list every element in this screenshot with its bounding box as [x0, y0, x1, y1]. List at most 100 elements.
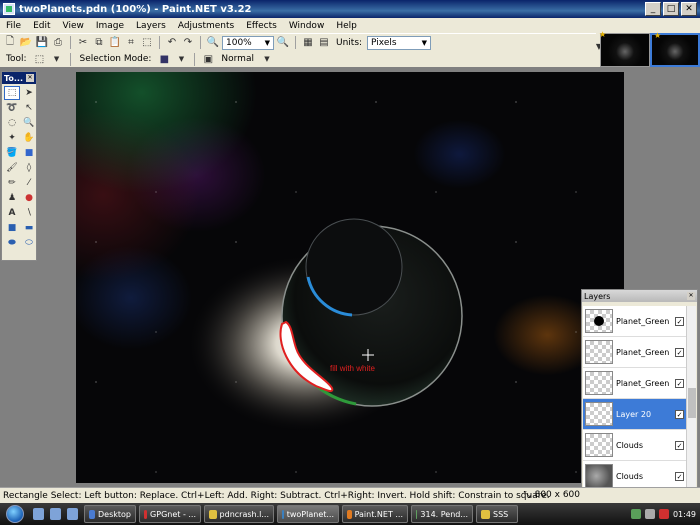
layer-visibility-checkbox[interactable]: ✓ [675, 409, 684, 419]
ellipse-icon[interactable]: ⬬ [4, 236, 20, 250]
menu-help[interactable]: Help [330, 21, 363, 31]
zoom-combo[interactable]: 100% ▼ [222, 35, 274, 50]
ellipse-select-icon[interactable]: ◌ [4, 116, 20, 130]
rulers-icon[interactable]: ▤ [317, 36, 331, 50]
layer-visibility-checkbox[interactable]: ✓ [675, 347, 684, 357]
color-picker-icon[interactable]: ⁄ [21, 176, 37, 190]
tools-palette-title: To... [4, 73, 24, 83]
image-thumbnail[interactable]: ★ [599, 30, 650, 67]
print-icon[interactable]: ⎙ [51, 36, 65, 50]
layer-row[interactable]: Planet_Green ✓ [583, 337, 686, 368]
menu-layers[interactable]: Layers [130, 21, 172, 31]
image-canvas[interactable]: fill with white [76, 72, 624, 483]
quicklaunch-flip-icon[interactable] [67, 508, 78, 520]
layers-scrollbar[interactable] [686, 306, 696, 487]
taskbar-paintnet[interactable]: Paint.NET ... [342, 505, 408, 523]
taskbar-pending[interactable]: 314. Pend... [411, 505, 473, 523]
blend-mode-value[interactable]: Normal [221, 54, 254, 64]
layer-visibility-checkbox[interactable]: ✓ [675, 471, 684, 481]
recolor-icon[interactable]: ● [21, 191, 37, 205]
close-icon[interactable]: ✕ [687, 292, 695, 300]
taskbar-pdncrash[interactable]: pdncrash.l... [204, 505, 274, 523]
chevron-down-icon[interactable]: ▼ [260, 52, 274, 66]
scrollbar-thumb[interactable] [688, 388, 696, 418]
gradient-icon[interactable]: ■ [21, 146, 37, 160]
save-icon[interactable]: 💾 [35, 36, 49, 50]
deselect-icon[interactable]: ⬚ [140, 36, 154, 50]
layer-row[interactable]: Planet_Green ✓ [583, 306, 686, 337]
taskbar-desktop[interactable]: Desktop [84, 505, 136, 523]
line-curve-icon[interactable]: ∖ [21, 206, 37, 220]
zoom-out-icon[interactable]: 🔍 [206, 36, 220, 50]
layers-panel-title-bar: Layers ✕ [582, 290, 697, 302]
menu-image[interactable]: Image [90, 21, 130, 31]
crop-icon[interactable]: ⌗ [124, 36, 138, 50]
grid-icon[interactable]: ▦ [301, 36, 315, 50]
image-thumbnail-active[interactable]: ★ [650, 31, 700, 67]
taskbar-twoplanets[interactable]: twoPlanet... [277, 505, 339, 523]
layer-row-selected[interactable]: Layer 20 ✓ [583, 399, 686, 430]
menu-effects[interactable]: Effects [240, 21, 283, 31]
rectangle-select-icon[interactable]: ⬚ [4, 86, 20, 100]
taskbar-sss[interactable]: SSS [476, 505, 518, 523]
chevron-down-icon[interactable]: ▼ [50, 52, 64, 66]
menu-adjustments[interactable]: Adjustments [172, 21, 240, 31]
pan-icon[interactable]: ✋ [21, 131, 37, 145]
lasso-icon[interactable]: ➰ [4, 101, 20, 115]
selection-mode-icon[interactable]: ■ [157, 52, 171, 66]
freeform-shape-icon[interactable]: ⬭ [21, 236, 37, 250]
quicklaunch-desktop-icon[interactable] [50, 508, 61, 520]
layer-visibility-checkbox[interactable]: ✓ [675, 440, 684, 450]
magic-wand-icon[interactable]: ✦ [4, 131, 20, 145]
volume-icon[interactable] [644, 509, 655, 519]
menu-view[interactable]: View [57, 21, 90, 31]
start-button[interactable] [0, 503, 30, 525]
quicklaunch-explorer-icon[interactable] [33, 508, 44, 520]
paste-icon[interactable]: 📋 [108, 36, 122, 50]
move-pixels-icon[interactable]: ↖ [21, 101, 37, 115]
layer-visibility-checkbox[interactable]: ✓ [675, 378, 684, 388]
rounded-rectangle-icon[interactable]: ▬ [21, 221, 37, 235]
copy-icon[interactable]: ⧉ [92, 36, 106, 50]
layer-visibility-checkbox[interactable]: ✓ [675, 316, 684, 326]
layer-row[interactable]: Clouds ✓ [583, 430, 686, 461]
clock[interactable]: 01:49 [673, 510, 696, 519]
rectangle-icon[interactable]: ■ [4, 221, 20, 235]
paintbrush-icon[interactable]: 🖌 [4, 161, 20, 175]
units-combo[interactable]: Pixels ▼ [367, 35, 432, 50]
new-file-icon[interactable]: 🗋 [3, 36, 17, 50]
pencil-icon[interactable]: ✏ [4, 176, 20, 190]
rectangle-select-icon[interactable]: ⬚ [33, 52, 47, 66]
menu-window[interactable]: Window [283, 21, 331, 31]
menu-file[interactable]: File [0, 21, 27, 31]
taskbar-label: Paint.NET ... [354, 509, 403, 519]
chevron-down-icon[interactable]: ▼ [174, 52, 188, 66]
network-icon[interactable] [630, 509, 641, 519]
layer-row[interactable]: Clouds ✓ [583, 461, 686, 487]
text-icon[interactable]: A [4, 206, 20, 220]
close-icon[interactable]: ✕ [26, 74, 34, 82]
close-button[interactable]: ✕ [681, 2, 697, 16]
paint-bucket-icon[interactable]: 🪣 [4, 146, 20, 160]
move-selection-icon[interactable]: ➤ [21, 86, 37, 100]
redo-icon[interactable]: ↷ [181, 36, 195, 50]
clone-stamp-icon[interactable]: ♟ [4, 191, 20, 205]
layer-name: Planet_Green [616, 347, 670, 357]
layer-row[interactable]: Planet_Green ✓ [583, 368, 686, 399]
toolbar-separator [69, 52, 71, 66]
blend-mode-icon: ▣ [203, 53, 214, 65]
security-icon[interactable] [658, 509, 669, 519]
zoom-in-icon[interactable]: 🔍 [276, 36, 290, 50]
layer-thumbnail [585, 433, 613, 457]
undo-icon[interactable]: ↶ [165, 36, 179, 50]
eraser-icon[interactable]: ◊ [21, 161, 37, 175]
cut-icon[interactable]: ✂ [76, 36, 90, 50]
minimize-button[interactable]: _ [645, 2, 661, 16]
menu-edit[interactable]: Edit [27, 21, 56, 31]
zoom-icon[interactable]: 🔍 [21, 116, 37, 130]
open-file-icon[interactable]: 📂 [19, 36, 33, 50]
taskbar-gpgnet[interactable]: GPGnet - ... [139, 505, 201, 523]
app-icon [416, 509, 418, 519]
taskbar: Desktop GPGnet - ... pdncrash.l... twoPl… [0, 503, 700, 525]
maximize-button[interactable]: □ [663, 2, 679, 16]
